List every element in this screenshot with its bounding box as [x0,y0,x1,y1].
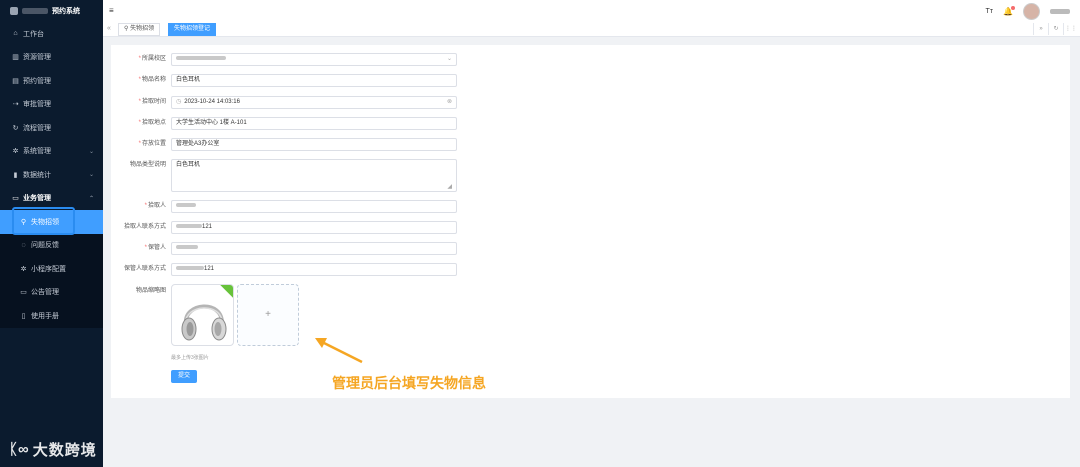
brand-blurred-name [22,8,48,14]
chevron-down-icon: ⌄ [446,56,452,62]
sidebar-item-system[interactable]: ✲ 系统管理 ⌄ [0,140,103,164]
campus-blurred-value [176,56,226,61]
notification-dot [1011,6,1015,10]
campus-select[interactable]: ⌄ [171,53,457,66]
book-icon: ▯ [21,312,26,320]
topbar: ≡ Tт 🔔 [103,0,1080,23]
chevron-right-icon[interactable]: » [1033,23,1048,35]
storage-label: *存放位置 [138,141,166,147]
row-finder-contact: 拾取人联系方式 [111,221,172,230]
row-pickup-place: *拾取地点 [111,117,172,126]
logo-icon [10,7,18,15]
bell-icon[interactable]: 🔔 [1003,6,1015,16]
tag-tools: » ↻ ⋮⋮ [1033,23,1078,35]
thumbnail-label: 物品缩略图 [135,288,166,294]
database-icon: ▥ [12,54,19,62]
sidebar-item-reservations[interactable]: ▤ 预约管理 [0,69,103,93]
submit-button[interactable]: 提交 [171,370,197,383]
row-campus: *所属校区 [111,53,172,62]
grid-icon[interactable]: ⋮⋮ [1063,23,1078,35]
sidebar-item-resources[interactable]: ▥ 资源管理 [0,46,103,70]
row-finder: *拾取人 [111,200,172,209]
sidebar-item-approval[interactable]: ⇢ 审批管理 [0,93,103,117]
font-size-icon[interactable]: Tт [986,8,993,15]
brand: 预约系统 [0,0,103,22]
avatar[interactable] [1023,3,1040,20]
pickup-time-label: *拾取时间 [138,99,166,105]
clear-icon[interactable]: ⊗ [447,97,452,108]
top-right-tools: Tт 🔔 [986,3,1070,20]
keeper-blurred-value [176,245,198,250]
approve-icon: ⇢ [12,101,19,109]
sidebar-item-announcements[interactable]: ▭ 公告管理 [0,281,103,305]
document-icon: ▤ [12,77,19,85]
desc-label: 物品类型说明 [129,162,166,168]
row-storage: *存放位置 [111,138,172,147]
keeper-contact-input[interactable]: 121 [171,263,457,276]
sidebar: 预约系统 ⌂ 工作台 ▥ 资源管理 ▤ 预约管理 ⇢ 审批管理 ↻ 流程管理 ✲ 系统管理 ⌄… [0,0,103,467]
hamburger-icon[interactable]: ≡ [109,6,114,15]
annotation-arrow-icon [315,338,363,364]
username-blurred[interactable] [1050,9,1070,14]
keeper-input[interactable] [171,242,457,255]
item-name-input[interactable]: 白色耳机 [171,74,457,87]
desc-textarea[interactable]: 白色耳机 ◢ [171,159,457,192]
chevron-down-icon: ⌄ [88,148,94,155]
pickup-place-input[interactable]: 大学生活动中心 1楼 A-101 [171,117,457,130]
sidebar-item-statistics[interactable]: ▮ 数据统计 ⌄ [0,163,103,187]
watermark-text: 大数跨境 [32,442,97,459]
monitor-icon: ▭ [20,289,27,297]
storage-input[interactable]: 管理处A3办公室 [171,138,457,151]
row-thumbnail: 物品缩略图 [111,285,172,294]
finder-contact-input[interactable]: 121 [171,221,457,234]
chevron-down-icon: ⌄ [88,172,94,179]
refresh-icon: ↻ [12,124,19,132]
chat-icon: ◌ [21,241,26,249]
uploaded-headphones-image[interactable] [171,284,234,346]
annotation-text: 管理员后台填写失物信息 [332,375,486,391]
watermark-logo-icon: ᛕ∞ [9,441,29,458]
chart-icon: ▮ [13,171,18,179]
clock-icon: ◷ [176,99,182,105]
keeper-label: *保管人 [144,245,166,251]
row-pickup-time: *拾取时间 [111,96,172,105]
pickup-place-label: *拾取地点 [138,120,166,126]
sidebar-item-workbench[interactable]: ⌂ 工作台 [0,22,103,46]
headphones-icon [181,304,227,341]
gear-icon: ✲ [20,265,27,273]
finder-contact-label: 拾取人联系方式 [123,224,166,230]
keeper-contact-label: 保管人联系方式 [123,266,166,272]
home-icon: ⌂ [13,30,18,38]
item-name-label: *物品名称 [138,77,166,83]
finder-contact-blurred [176,224,202,229]
sidebar-item-feedback[interactable]: ◌ 问题反馈 [0,234,103,258]
monitor-icon: ▭ [12,195,19,203]
row-item-name: *物品名称 [111,74,172,83]
tab-lost-found-register[interactable]: 失物招领登记 [168,23,217,36]
upload-add-button[interactable]: + [237,284,299,346]
row-keeper: *保管人 [111,242,172,251]
highlight-box [12,207,75,235]
row-desc: 物品类型说明 [111,159,172,168]
upload-hint: 最多上传3张图片 [171,355,209,361]
finder-blurred-value [176,203,196,208]
finder-input[interactable] [171,200,457,213]
sidebar-item-manual[interactable]: ▯ 使用手册 [0,304,103,328]
resize-handle-icon[interactable]: ◢ [447,182,452,193]
sidebar-item-process[interactable]: ↻ 流程管理 [0,116,103,140]
gear-icon: ✲ [12,148,19,156]
keeper-contact-blurred [176,266,204,271]
row-keeper-contact: 保管人联系方式 [111,263,172,272]
tab-lost-found[interactable]: ⚲ 失物招领 [118,23,161,36]
finder-label: *拾取人 [144,203,166,209]
sidebar-item-miniapp-config[interactable]: ✲ 小程序配置 [0,257,103,281]
chevron-up-icon: ⌃ [88,195,94,202]
watermark: ᛕ∞ 大数跨境 [9,439,97,460]
app-title: 预约系统 [52,8,80,15]
chevron-left-icon[interactable]: « [107,25,111,32]
tags-bar: « ⚲ 失物招领 失物招领登记 » ↻ ⋮⋮ [103,22,1080,37]
pickup-time-picker[interactable]: ◷ 2023-10-24 14:03:16 ⊗ [171,96,457,109]
refresh-icon[interactable]: ↻ [1048,23,1063,35]
campus-label: *所属校区 [138,56,166,62]
